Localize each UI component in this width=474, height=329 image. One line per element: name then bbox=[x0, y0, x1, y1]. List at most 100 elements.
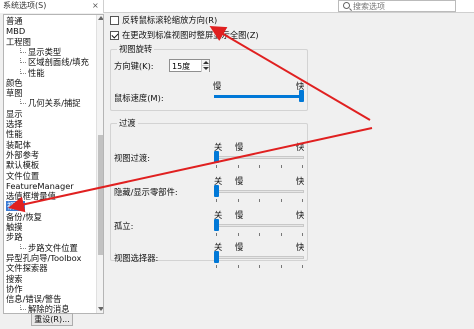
tree-item[interactable]: FeatureManager bbox=[6, 181, 74, 191]
slider-tick bbox=[302, 233, 303, 236]
arrow-keys-stepper[interactable] bbox=[169, 59, 210, 72]
tree-item[interactable]: 性能 bbox=[6, 129, 23, 139]
scroll-down-arrow-icon[interactable] bbox=[98, 307, 103, 311]
slider-track bbox=[214, 256, 304, 259]
tree-item[interactable]: 选值框增量值 bbox=[6, 191, 56, 201]
reverse-wheel-zoom-label: 反转鼠标滚轮缩放方向(R) bbox=[122, 15, 218, 25]
zoom-to-fit-checkbox[interactable] bbox=[110, 31, 119, 40]
search-box[interactable] bbox=[338, 0, 456, 12]
slider-ticks bbox=[214, 199, 304, 202]
tree-connector bbox=[20, 68, 26, 74]
arrow-keys-input[interactable] bbox=[172, 61, 200, 71]
tree-item[interactable]: 几何关系/捕捉 bbox=[20, 98, 81, 108]
options-panel: 反转鼠标滚轮缩放方向(R) 在更改到标准视图时整屏显示全图(Z) 视图旋转 方向… bbox=[107, 13, 474, 329]
tree-item[interactable]: 视图 bbox=[6, 201, 25, 212]
tree-item-label: 视图 bbox=[7, 201, 24, 212]
tree-item-label: 性能 bbox=[6, 129, 23, 140]
tree-item[interactable]: 外部参考 bbox=[6, 150, 39, 160]
scroll-up-arrow-icon[interactable] bbox=[98, 16, 103, 20]
tree-item[interactable]: 显示 bbox=[6, 109, 23, 119]
tree-item[interactable]: 区域剖面线/填充 bbox=[20, 57, 89, 67]
tree-scrollbar[interactable] bbox=[96, 15, 103, 313]
tree-item-label: 选值框增量值 bbox=[6, 191, 56, 202]
slider-track bbox=[214, 156, 304, 159]
slider-tick bbox=[216, 265, 217, 268]
tree-item[interactable]: 文件探索器 bbox=[6, 263, 48, 273]
slider-fill bbox=[214, 95, 301, 98]
tree-item[interactable]: 文件位置 bbox=[6, 171, 39, 181]
reverse-wheel-zoom-option[interactable]: 反转鼠标滚轮缩放方向(R) bbox=[110, 15, 310, 26]
tree-item[interactable]: 普通 bbox=[6, 16, 23, 26]
slider-tick bbox=[280, 265, 282, 268]
tree-item[interactable]: 草图 bbox=[6, 88, 23, 98]
tree-item[interactable]: 协作 bbox=[6, 284, 23, 294]
tree-item[interactable]: 备份/恢复 bbox=[6, 212, 42, 222]
mouse-speed-label: 鼠标速度(M): bbox=[114, 93, 164, 103]
transition-slider[interactable] bbox=[214, 151, 304, 168]
scrollbar-thumb[interactable] bbox=[98, 135, 103, 255]
tree-item[interactable]: 显示类型 bbox=[20, 47, 61, 57]
arrow-keys-label: 方向键(K): bbox=[114, 61, 154, 71]
tree-item-label: 外部参考 bbox=[6, 149, 40, 160]
tree-item[interactable]: 异型孔向导/Toolbox bbox=[6, 253, 81, 263]
slider-tick bbox=[302, 199, 303, 202]
transition-slider[interactable] bbox=[214, 185, 304, 202]
tree-item-label: 颜色 bbox=[6, 77, 23, 88]
tree-item[interactable]: 默认模板 bbox=[6, 160, 39, 170]
view-rotation-group: 视图旋转 方向键(K): 慢 快 鼠标速度(M): bbox=[110, 44, 308, 111]
slider-track bbox=[214, 224, 304, 227]
reverse-wheel-zoom-checkbox[interactable] bbox=[110, 16, 119, 25]
slider-tick bbox=[259, 265, 260, 268]
tab-system-options[interactable]: 系统选项(S) × bbox=[0, 0, 104, 13]
tree-item-label: 步路文件位置 bbox=[28, 242, 78, 253]
view-rotation-title: 视图旋转 bbox=[117, 44, 155, 54]
slider-thumb[interactable] bbox=[299, 90, 304, 102]
slider-tick bbox=[237, 265, 239, 268]
tree-item-label: 步路 bbox=[6, 232, 23, 243]
tree-connector bbox=[20, 99, 26, 105]
tree-item[interactable]: 步路 bbox=[6, 232, 23, 242]
slider-tick bbox=[280, 233, 282, 236]
close-icon[interactable]: × bbox=[92, 0, 99, 12]
transition-row-label: 视图选择器: bbox=[114, 253, 159, 263]
slider-thumb[interactable] bbox=[214, 185, 219, 197]
tree-item-label: 备份/恢复 bbox=[6, 211, 42, 222]
transition-row-label: 孤立: bbox=[114, 221, 134, 231]
tree-item[interactable]: 工程图 bbox=[6, 37, 31, 47]
slider-thumb[interactable] bbox=[214, 219, 219, 231]
slider-thumb[interactable] bbox=[214, 251, 219, 263]
tree-item[interactable]: MBD bbox=[6, 26, 25, 36]
tree-item-label: 触摸 bbox=[6, 222, 23, 232]
slider-tick bbox=[237, 165, 239, 168]
slider-tick bbox=[302, 165, 303, 168]
tree-item[interactable]: 颜色 bbox=[6, 78, 23, 88]
tree-item-label: 文件位置 bbox=[6, 170, 40, 181]
mouse-speed-slider[interactable] bbox=[214, 90, 304, 106]
slider-track bbox=[214, 190, 304, 193]
tree-item-label: 选择 bbox=[6, 119, 23, 129]
tree-item-label: 搜索 bbox=[6, 273, 23, 284]
tree-item[interactable]: 信息/错误/警告 bbox=[6, 294, 61, 304]
zoom-to-fit-option[interactable]: 在更改到标准视图时整屏显示全图(Z) bbox=[110, 30, 350, 41]
slider-tick bbox=[237, 233, 239, 236]
slider-thumb[interactable] bbox=[214, 151, 219, 163]
tree-item-label: 几何关系/捕捉 bbox=[28, 98, 81, 109]
tree-item[interactable]: 步路文件位置 bbox=[20, 243, 78, 253]
transition-slider[interactable] bbox=[214, 251, 304, 268]
search-input[interactable] bbox=[353, 1, 453, 11]
transition-slider[interactable] bbox=[214, 219, 304, 236]
tree-item-label: 默认模板 bbox=[6, 160, 40, 171]
slider-tick bbox=[259, 233, 260, 236]
tree-item[interactable]: 选择 bbox=[6, 119, 23, 129]
tree-item[interactable]: 装配体 bbox=[6, 140, 31, 150]
tree-item[interactable]: 搜索 bbox=[6, 274, 23, 284]
reset-button[interactable]: 重设(R)... bbox=[31, 313, 73, 326]
slider-tick bbox=[216, 199, 217, 202]
tree-item[interactable]: 性能 bbox=[20, 68, 45, 78]
slider-ticks bbox=[214, 165, 304, 168]
tree-item[interactable]: 触摸 bbox=[6, 222, 23, 232]
tree-item-label: 异型孔向导/Toolbox bbox=[6, 252, 82, 263]
spin-down-icon[interactable] bbox=[201, 66, 209, 72]
slider-tick bbox=[237, 199, 239, 202]
tree-item-label: 普通 bbox=[6, 16, 23, 26]
